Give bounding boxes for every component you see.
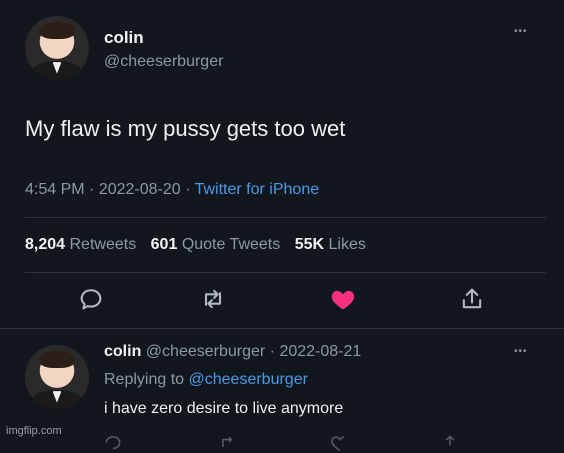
share-button[interactable] [458,285,486,313]
reply-author-name[interactable]: colin [104,343,141,360]
tweet-time[interactable]: 4:54 PM [25,181,85,198]
avatar-hair [39,22,75,40]
quotes-stat[interactable]: 601 Quote Tweets [151,236,281,253]
tweet-meta: 4:54 PM · 2022-08-20 · Twitter for iPhon… [25,181,319,199]
reply-author-avatar[interactable] [25,345,89,409]
divider [25,272,546,273]
reply-header: colin @cheeserburger · 2022-08-21 [104,343,361,361]
tweet-source[interactable]: Twitter for iPhone [195,181,320,198]
like-button[interactable] [329,285,357,313]
reply-retweet-icon[interactable] [218,433,238,453]
reply-icon [80,289,102,310]
more-options-icon[interactable]: ••• [514,26,528,37]
divider [0,328,564,329]
tweet-text: My flaw is my pussy gets too wet [25,116,346,141]
likes-stat[interactable]: 55K Likes [295,236,366,253]
retweet-icon [204,289,222,309]
reply-text: i have zero desire to live anymore [104,400,344,417]
share-icon [462,288,482,309]
reply-like-icon[interactable] [330,433,350,453]
reply-date[interactable]: 2022-08-21 [279,343,361,360]
divider [25,217,546,218]
reply-button[interactable] [77,285,105,313]
reply-more-options-icon[interactable]: ••• [514,346,528,357]
meta-separator: · [89,181,99,198]
tweet-date[interactable]: 2022-08-20 [99,181,181,198]
avatar-hair [39,351,75,369]
replying-to-handle[interactable]: @cheeserburger [189,371,308,388]
author-handle[interactable]: @cheeserburger [104,53,223,71]
replying-to-line: Replying to @cheeserburger [104,371,308,389]
reply-reply-icon[interactable] [103,433,123,453]
reply-author-handle[interactable]: @cheeserburger [146,343,265,360]
retweets-stat[interactable]: 8,204 Retweets [25,236,136,253]
replying-prefix: Replying to [104,371,185,388]
meta-separator: · [185,181,195,198]
watermark: imgflip.com [6,425,62,437]
tweet-stats: 8,204 Retweets 601 Quote Tweets 55K Like… [25,236,366,254]
tweet-screenshot: colin @cheeserburger ••• My flaw is my p… [0,0,564,452]
meta-separator: · [269,343,280,360]
author-name[interactable]: colin [104,28,144,48]
reply-share-icon[interactable] [440,433,460,453]
retweet-button[interactable] [199,285,227,313]
heart-icon [331,290,355,310]
author-avatar[interactable] [25,16,89,80]
heart-fill [331,290,355,310]
